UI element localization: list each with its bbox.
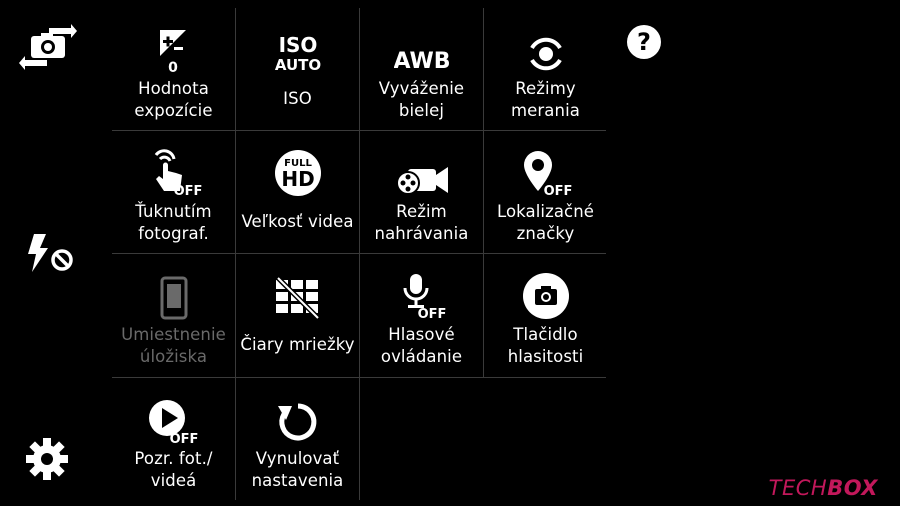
svg-text:?: ? bbox=[637, 28, 651, 56]
svg-text:OFF: OFF bbox=[173, 184, 201, 197]
setting-label: Vyváženie bielej bbox=[378, 79, 465, 120]
setting-metering-modes[interactable]: Režimy merania bbox=[484, 8, 607, 131]
setting-voice-control[interactable]: OFF Hlasové ovládanie bbox=[360, 254, 483, 377]
svg-text:OFF: OFF bbox=[543, 184, 571, 197]
settings-grid: 0 Hodnota expozície ISO AUTO ISO AWB Vyv… bbox=[112, 8, 606, 500]
setting-white-balance[interactable]: AWB Vyváženie bielej bbox=[360, 8, 483, 131]
setting-label: Čiary mriežky bbox=[240, 335, 355, 354]
metering-icon bbox=[529, 37, 562, 71]
setting-label: Hodnota expozície bbox=[134, 79, 213, 120]
flash-button[interactable] bbox=[22, 230, 78, 276]
setting-label: ISO bbox=[283, 89, 312, 108]
setting-review-pics[interactable]: OFF Pozr. fot./ videá bbox=[112, 378, 235, 501]
iso-auto-icon: ISO AUTO bbox=[274, 33, 320, 74]
setting-label: Veľkosť videa bbox=[241, 212, 354, 231]
svg-text:ISO: ISO bbox=[278, 33, 317, 57]
storage-icon bbox=[160, 276, 187, 320]
grid-lines-off-icon bbox=[275, 276, 320, 320]
svg-text:AUTO: AUTO bbox=[274, 56, 320, 74]
awb-icon: AWB bbox=[394, 49, 450, 74]
recording-mode-icon bbox=[395, 167, 448, 195]
svg-text:AWB: AWB bbox=[394, 49, 450, 74]
setting-volume-key[interactable]: Tlačidlo hlasitosti bbox=[484, 254, 607, 377]
setting-video-size[interactable]: FULL HD Veľkosť videa bbox=[236, 131, 359, 254]
setting-reset[interactable]: Vynulovať nastavenia bbox=[236, 378, 359, 501]
settings-button[interactable] bbox=[22, 434, 72, 484]
location-tag-off-icon: OFF bbox=[523, 151, 572, 197]
setting-label: Pozr. fot./ videá bbox=[134, 449, 213, 490]
setting-label: Tlačidlo hlasitosti bbox=[507, 325, 584, 366]
setting-location-tags[interactable]: OFF Lokalizačné značky bbox=[484, 131, 607, 254]
gear-icon bbox=[26, 438, 68, 480]
full-hd-icon: FULL HD bbox=[274, 150, 321, 196]
tap-shot-off-icon: OFF bbox=[154, 149, 202, 197]
setting-exposure-value[interactable]: 0 Hodnota expozície bbox=[112, 8, 235, 131]
svg-text:HD: HD bbox=[281, 167, 314, 191]
reset-icon bbox=[277, 403, 316, 441]
help-button[interactable]: ? bbox=[624, 22, 664, 62]
setting-grid-lines[interactable]: Čiary mriežky bbox=[236, 254, 359, 377]
svg-text:OFF: OFF bbox=[169, 432, 198, 444]
flash-off-icon bbox=[28, 234, 73, 272]
review-play-off-icon: OFF bbox=[148, 400, 198, 444]
setting-label: Lokalizačné značky bbox=[496, 202, 595, 243]
setting-recording-mode[interactable]: Režim nahrávania bbox=[360, 131, 483, 254]
setting-label: Umiestnenie úložiska bbox=[121, 325, 226, 366]
setting-tap-to-shoot[interactable]: OFF Ťuknutím fotograf. bbox=[112, 131, 235, 254]
logo-part-2: BOX bbox=[827, 476, 878, 500]
setting-label: Režim nahrávania bbox=[374, 202, 469, 243]
setting-label: Hlasové ovládanie bbox=[380, 325, 463, 366]
setting-label: Vynulovať nastavenia bbox=[251, 449, 344, 490]
exposure-icon: 0 bbox=[159, 30, 186, 74]
setting-label: Ťuknutím fotograf. bbox=[135, 202, 212, 243]
switch-camera-button[interactable] bbox=[18, 22, 78, 72]
switch-camera-icon bbox=[19, 24, 77, 70]
logo-part-1: TECH bbox=[768, 476, 828, 500]
setting-label: Režimy merania bbox=[511, 79, 580, 120]
svg-text:OFF: OFF bbox=[417, 307, 445, 320]
volume-key-camera-icon bbox=[522, 273, 569, 319]
setting-storage-location: Umiestnenie úložiska bbox=[112, 254, 235, 377]
exposure-value-text: 0 bbox=[168, 60, 178, 74]
setting-iso[interactable]: ISO AUTO ISO bbox=[236, 8, 359, 131]
help-icon: ? bbox=[627, 25, 661, 59]
techbox-logo: TECHBOX bbox=[769, 476, 878, 500]
voice-control-off-icon: OFF bbox=[403, 274, 446, 320]
